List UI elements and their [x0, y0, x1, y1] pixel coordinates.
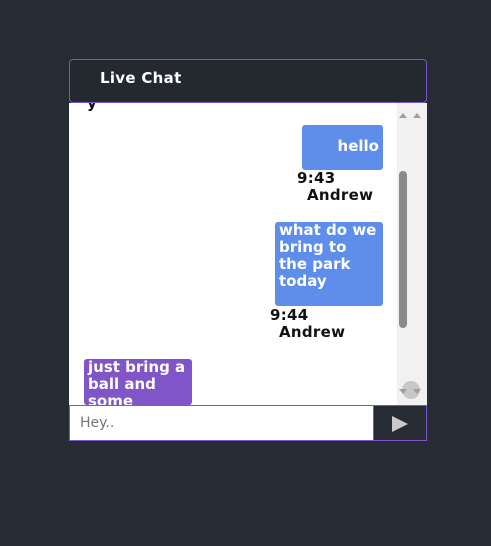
- scroll-up-arrow-icon[interactable]: [399, 113, 407, 118]
- message-author: Andrew: [279, 323, 346, 341]
- clipped-text: y: [87, 103, 97, 112]
- chat-header: Live Chat: [69, 59, 427, 103]
- send-button[interactable]: [373, 405, 427, 441]
- scroll-down-arrow-icon[interactable]: [399, 389, 407, 394]
- scroll-up-arrow-icon[interactable]: [413, 113, 421, 118]
- message-bubble-outgoing: hello: [302, 125, 383, 170]
- scrollbar-thumb[interactable]: [399, 171, 407, 328]
- message-time: 9:44: [270, 306, 309, 324]
- send-icon: [392, 416, 408, 432]
- message-time: 9:43: [297, 169, 336, 187]
- chat-title: Live Chat: [100, 69, 182, 87]
- message-input[interactable]: [69, 405, 373, 441]
- scrollbar[interactable]: [397, 103, 427, 405]
- message-bubble-incoming: just bring a ball and some: [84, 359, 192, 405]
- message-list[interactable]: y hello 9:43 Andrew what do we bring to …: [69, 103, 427, 405]
- message-composer: [69, 405, 427, 441]
- message-author: Andrew: [307, 186, 374, 204]
- message-bubble-outgoing: what do we bring to the park today: [275, 222, 383, 306]
- chat-widget: Live Chat y hello 9:43 Andrew what do we…: [69, 59, 427, 441]
- scroll-down-arrow-icon[interactable]: [413, 389, 421, 394]
